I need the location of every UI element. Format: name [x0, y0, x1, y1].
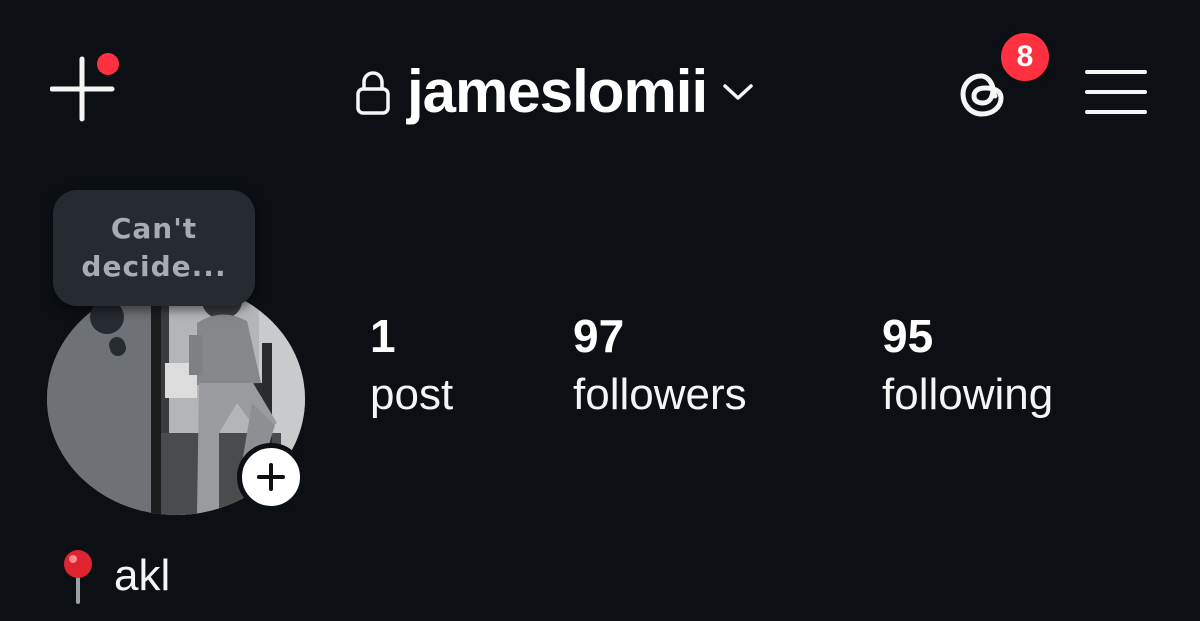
posts-count[interactable]: 1 post	[370, 310, 453, 428]
note-text-line-2: decide...	[81, 250, 227, 283]
chevron-down-icon[interactable]	[721, 81, 755, 103]
followers-count-label: followers	[573, 370, 747, 419]
followers-count-value: 97	[573, 310, 625, 362]
location-text: akl	[114, 551, 171, 600]
following-count-label: following	[882, 370, 1054, 419]
account-switcher[interactable]: jameslomii	[355, 52, 755, 132]
posts-count-value: 1	[370, 310, 396, 362]
new-post-button[interactable]	[50, 53, 120, 125]
posts-count-label: post	[370, 370, 454, 419]
following-count-value: 95	[882, 310, 934, 362]
new-post-indicator-dot	[97, 53, 119, 75]
note-text-line-1: Can't	[110, 212, 198, 245]
threads-button[interactable]: 8	[950, 29, 1053, 132]
username[interactable]: jameslomii	[407, 62, 708, 122]
menu-button[interactable]	[1085, 64, 1147, 116]
hamburger-menu-icon-line	[1085, 110, 1147, 114]
followers-count[interactable]: 97 followers	[573, 310, 747, 428]
hamburger-menu-icon	[1085, 70, 1147, 74]
plus-icon	[257, 463, 285, 491]
profile-header: jameslomii 8	[0, 0, 1200, 190]
pin-icon	[64, 550, 92, 604]
lock-icon	[356, 71, 390, 115]
note-bubble-tail-dot	[110, 340, 126, 356]
hamburger-menu-icon-line	[1085, 90, 1147, 94]
add-story-button[interactable]	[237, 443, 305, 511]
notification-badge: 8	[997, 29, 1053, 85]
profile-avatar-container	[47, 283, 305, 515]
profile-note[interactable]: Can't decide...	[53, 190, 255, 306]
bio-location: akl	[58, 548, 170, 604]
following-count[interactable]: 95 following	[882, 310, 1053, 428]
